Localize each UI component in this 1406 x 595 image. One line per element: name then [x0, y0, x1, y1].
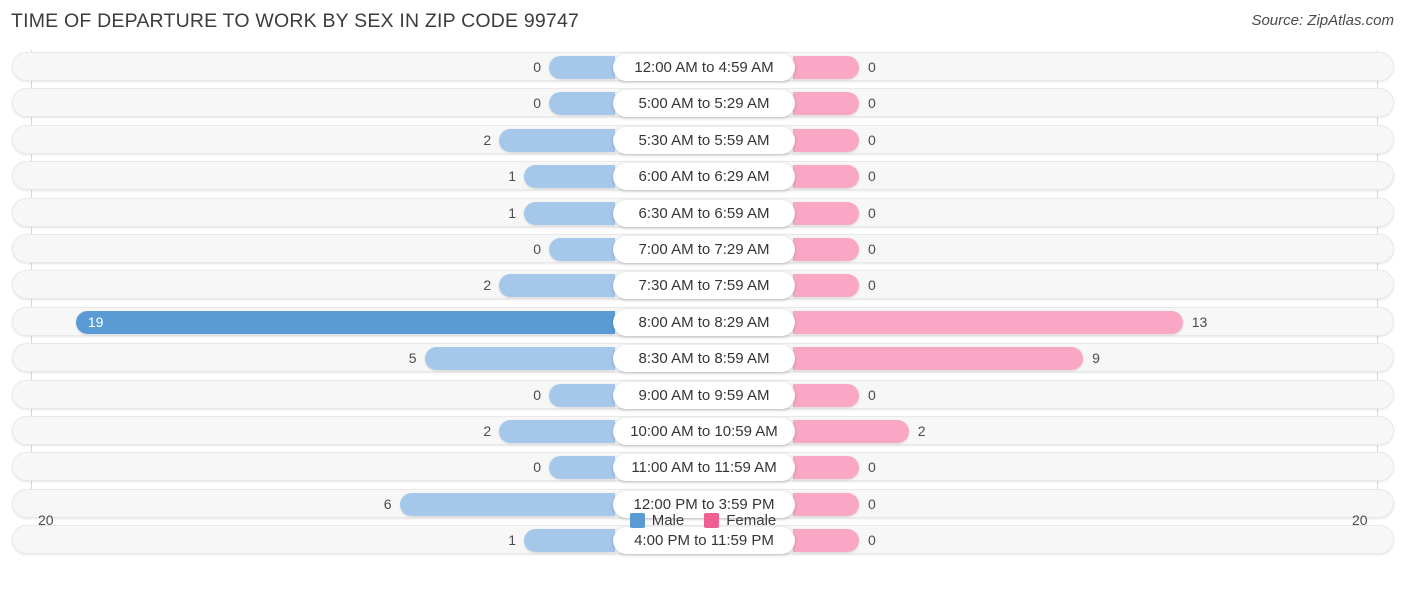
value-label-female: 0	[868, 59, 876, 75]
bar-male[interactable]	[499, 420, 615, 443]
chart-row[interactable]: 0 0 5:00 AM to 5:29 AM	[12, 88, 1394, 118]
bar-male[interactable]	[549, 92, 615, 116]
category-label[interactable]: 6:30 AM to 6:59 AM	[613, 199, 795, 227]
bar-male[interactable]	[424, 347, 615, 371]
legend-label-female: Female	[726, 512, 777, 529]
value-label-male: 0	[533, 386, 541, 403]
bar-male[interactable]	[524, 201, 615, 225]
category-label[interactable]: 5:30 AM to 5:59 AM	[613, 126, 795, 154]
bar-female[interactable]	[793, 347, 1084, 371]
bar-female[interactable]	[793, 128, 859, 152]
chart-row[interactable]: 1 0 4:00 PM to 11:59 PM	[12, 525, 1394, 555]
value-label-female: 0	[868, 532, 876, 549]
category-label[interactable]: 5:00 AM to 5:29 AM	[613, 90, 795, 118]
value-label-male: 2	[483, 131, 492, 148]
value-label-male: 5	[408, 350, 417, 367]
value-label-male: 1	[508, 168, 517, 185]
bar-female[interactable]	[793, 201, 859, 225]
category-label[interactable]: 7:30 AM to 7:59 AM	[613, 272, 795, 300]
source-attribution: Source: ZipAtlas.com	[1251, 12, 1394, 29]
bar-female[interactable]	[793, 310, 1183, 334]
chart-row[interactable]: 0 0 9:00 AM to 9:59 AM	[12, 379, 1394, 409]
legend-label-male: Male	[651, 512, 685, 529]
value-label-female: 0	[868, 168, 876, 185]
value-label-male: 1	[508, 204, 517, 221]
category-label[interactable]: 4:00 PM to 11:59 PM	[613, 527, 795, 555]
bar-male[interactable]	[549, 238, 615, 261]
legend-swatch-female	[704, 513, 720, 528]
bar-female[interactable]	[793, 456, 859, 480]
bar-female[interactable]	[793, 383, 859, 407]
value-label-female: 0	[868, 386, 876, 403]
category-label[interactable]: 10:00 AM to 10:59 AM	[613, 418, 795, 445]
category-label[interactable]: 8:00 AM to 8:29 AM	[613, 308, 795, 336]
value-label-male: 2	[483, 423, 492, 439]
value-label-male: 19	[87, 313, 104, 330]
bar-male[interactable]	[549, 383, 615, 407]
value-label-male: 1	[508, 532, 517, 549]
bar-female[interactable]	[793, 274, 859, 298]
bar-male[interactable]	[549, 456, 615, 480]
value-label-male: 0	[533, 241, 541, 257]
category-label[interactable]: 7:00 AM to 7:29 AM	[613, 236, 795, 263]
page-title: TIME OF DEPARTURE TO WORK BY SEX IN ZIP …	[11, 10, 580, 32]
value-label-female: 0	[868, 277, 876, 294]
legend-item-male[interactable]: Male	[629, 512, 685, 529]
value-label-male: 0	[533, 459, 541, 476]
chart-row[interactable]: 2 0 7:30 AM to 7:59 AM	[12, 270, 1394, 300]
bar-male[interactable]	[549, 56, 615, 79]
value-label-male: 2	[483, 277, 492, 294]
category-label[interactable]: 8:30 AM to 8:59 AM	[613, 345, 795, 373]
value-label-female: 2	[917, 423, 926, 439]
bar-female[interactable]	[793, 56, 859, 79]
chart-row[interactable]: 0 0 11:00 AM to 11:59 AM	[12, 452, 1394, 482]
category-label[interactable]: 12:00 AM to 4:59 AM	[613, 54, 795, 81]
chart-row[interactable]: 0 0 12:00 AM to 4:59 AM	[12, 52, 1394, 81]
chart-row[interactable]: 1 0 6:30 AM to 6:59 AM	[12, 197, 1394, 227]
bar-female[interactable]	[793, 238, 859, 261]
chart-row[interactable]: 1 0 6:00 AM to 6:29 AM	[12, 161, 1394, 191]
bar-female[interactable]	[793, 420, 909, 443]
value-label-female: 0	[868, 204, 876, 221]
bar-male[interactable]	[499, 274, 615, 298]
legend-swatch-male	[629, 513, 645, 528]
legend-item-female[interactable]: Female	[704, 512, 776, 529]
chart-legend: Male Female	[0, 512, 1406, 529]
value-label-female: 0	[868, 241, 876, 257]
value-label-female: 13	[1191, 313, 1208, 330]
chart-row[interactable]: 0 0 7:00 AM to 7:29 AM	[12, 234, 1394, 263]
category-label[interactable]: 11:00 AM to 11:59 AM	[613, 454, 795, 482]
chart-row[interactable]: 19 13 8:00 AM to 8:29 AM	[12, 306, 1394, 336]
bar-male[interactable]	[524, 165, 615, 189]
chart-page: TIME OF DEPARTURE TO WORK BY SEX IN ZIP …	[0, 0, 1406, 595]
value-label-male: 0	[533, 95, 541, 112]
bar-female[interactable]	[793, 165, 859, 189]
chart-row[interactable]: 5 9 8:30 AM to 8:59 AM	[12, 343, 1394, 373]
value-label-female: 0	[868, 95, 876, 112]
bar-male[interactable]	[499, 128, 615, 152]
bar-male[interactable]	[75, 310, 615, 334]
category-label[interactable]: 6:00 AM to 6:29 AM	[613, 163, 795, 191]
value-label-female: 0	[868, 459, 876, 476]
bar-female[interactable]	[793, 529, 859, 553]
chart-row[interactable]: 2 2 10:00 AM to 10:59 AM	[12, 416, 1394, 445]
bar-female[interactable]	[793, 92, 859, 116]
value-label-female: 0	[868, 131, 876, 148]
category-label[interactable]: 9:00 AM to 9:59 AM	[613, 381, 795, 409]
bar-male[interactable]	[524, 529, 615, 553]
chart-row[interactable]: 2 0 5:30 AM to 5:59 AM	[12, 124, 1394, 154]
value-label-female: 9	[1092, 350, 1100, 367]
value-label-male: 0	[533, 59, 541, 75]
chart-plot-area: 0 0 12:00 AM to 4:59 AM 0 0 5:00 AM to 5:29 A…	[0, 48, 1406, 556]
